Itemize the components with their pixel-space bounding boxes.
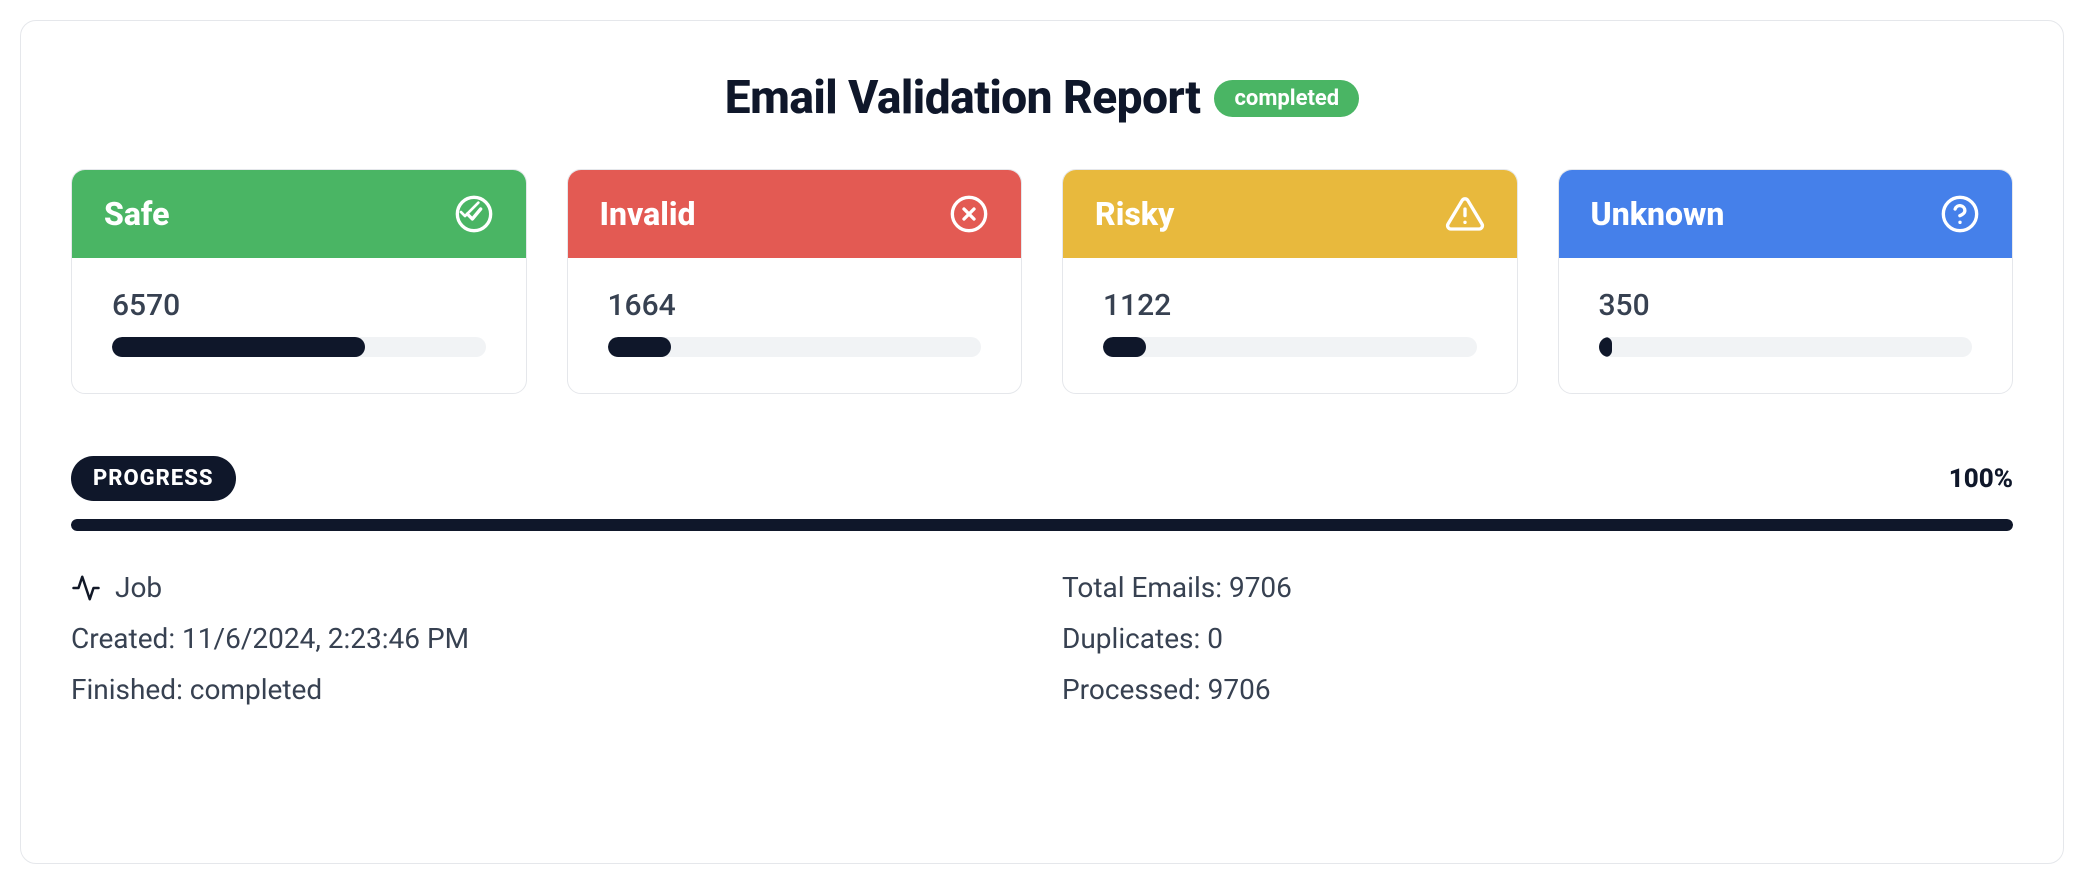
card-safe-bar-track [112,337,486,357]
job-finished-row: Finished: completed [71,673,1022,706]
card-invalid[interactable]: Invalid 1664 [567,169,1023,394]
card-invalid-bar-fill [608,337,672,357]
progress-percent: 100% [1949,464,2013,494]
card-risky-title: Risky [1095,195,1174,233]
job-processed-row: Processed: 9706 [1062,673,2013,706]
card-risky-header: Risky [1063,170,1517,258]
card-safe-header: Safe [72,170,526,258]
progress-label-chip: PROGRESS [71,456,236,501]
report-header: Email Validation Report completed [71,71,2013,125]
card-risky[interactable]: Risky 1122 [1062,169,1518,394]
card-invalid-bar-track [608,337,982,357]
status-badge: completed [1214,80,1359,117]
summary-cards: Safe 6570 Invalid [71,169,2013,394]
progress-header-row: PROGRESS 100% [71,456,2013,501]
card-unknown-title: Unknown [1591,195,1725,233]
progress-bar-track [71,519,2013,531]
card-risky-bar-track [1103,337,1477,357]
job-total-row: Total Emails: 9706 [1062,571,2013,604]
card-unknown-bar-track [1599,337,1973,357]
job-duplicates-row: Duplicates: 0 [1062,622,2013,655]
job-label-text: Job [115,571,162,604]
job-finished-text: Finished: completed [71,673,322,706]
card-safe[interactable]: Safe 6570 [71,169,527,394]
progress-bar-fill [71,519,2013,531]
card-unknown-bar-fill [1599,337,1612,357]
card-invalid-header: Invalid [568,170,1022,258]
progress-section: PROGRESS 100% [71,456,2013,531]
card-unknown-body: 350 [1559,258,2013,393]
card-risky-body: 1122 [1063,258,1517,393]
page-title: Email Validation Report [725,71,1201,125]
card-safe-title: Safe [104,195,169,233]
card-unknown-count: 350 [1599,288,1973,323]
x-circle-icon [949,194,989,234]
card-invalid-title: Invalid [600,195,696,233]
activity-icon [71,573,101,603]
job-label-row: Job [71,571,1022,604]
card-unknown-header: Unknown [1559,170,2013,258]
job-duplicates-text: Duplicates: 0 [1062,622,1223,655]
question-circle-icon [1940,194,1980,234]
job-total-text: Total Emails: 9706 [1062,571,1292,604]
card-safe-bar-fill [112,337,365,357]
card-invalid-count: 1664 [608,288,982,323]
job-created-row: Created: 11/6/2024, 2:23:46 PM [71,622,1022,655]
job-created-text: Created: 11/6/2024, 2:23:46 PM [71,622,469,655]
card-safe-count: 6570 [112,288,486,323]
alert-triangle-icon [1445,194,1485,234]
card-safe-body: 6570 [72,258,526,393]
check-circle-icon [454,194,494,234]
card-risky-bar-fill [1103,337,1146,357]
card-unknown[interactable]: Unknown 350 [1558,169,2014,394]
job-processed-text: Processed: 9706 [1062,673,1271,706]
card-risky-count: 1122 [1103,288,1477,323]
job-info-grid: Job Total Emails: 9706 Created: 11/6/202… [71,571,2013,706]
report-panel: Email Validation Report completed Safe 6… [20,20,2064,864]
card-invalid-body: 1664 [568,258,1022,393]
